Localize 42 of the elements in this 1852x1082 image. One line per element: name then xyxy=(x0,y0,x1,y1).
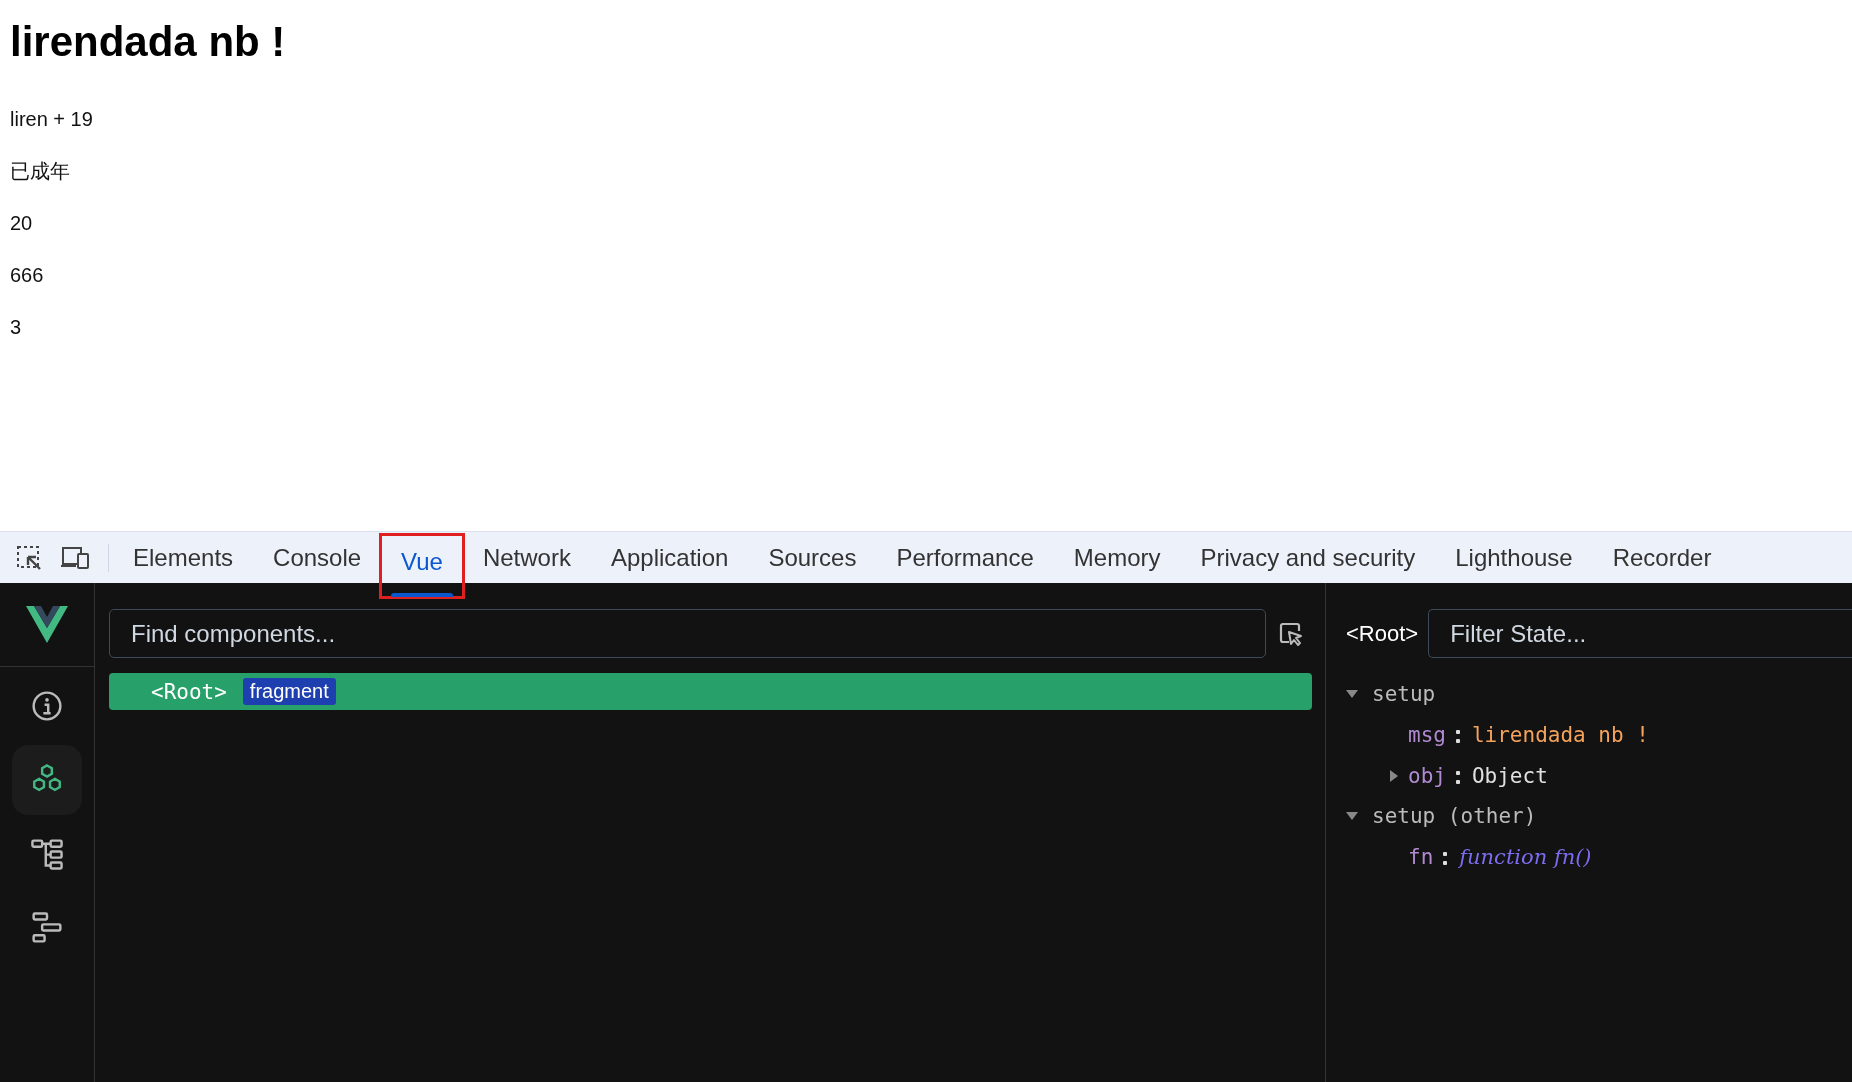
filter-field[interactable]: Filter State... xyxy=(1428,609,1852,658)
expand-triangle-icon[interactable] xyxy=(1388,769,1400,782)
collapse-triangle-icon[interactable] xyxy=(1346,688,1358,700)
devtools-tab[interactable]: Privacy and security xyxy=(1180,532,1436,583)
paragraph: 3 xyxy=(10,316,23,339)
component-row[interactable]: <Root> fragment xyxy=(109,673,1312,710)
nav-button[interactable] xyxy=(12,745,82,815)
component-name: <Root> xyxy=(151,679,227,704)
paragraph: 已成年 xyxy=(10,160,71,183)
devtools-tab[interactable]: Memory xyxy=(1053,532,1181,583)
property-key: msg xyxy=(1408,722,1446,747)
devtools-tab[interactable]: Elements xyxy=(113,532,254,583)
devtools-tab[interactable]: Lighthouse xyxy=(1435,532,1593,583)
devtools-tab[interactable]: Recorder xyxy=(1592,532,1732,583)
devtools-tab[interactable]: Application xyxy=(590,532,749,583)
info-icon xyxy=(30,689,64,723)
devtools-tab[interactable]: Network xyxy=(462,532,591,583)
devtools-tab[interactable]: Performance xyxy=(876,532,1054,583)
section-title[interactable]: setup xyxy=(1372,682,1436,706)
paragraph: 666 xyxy=(10,264,45,287)
property-key: obj xyxy=(1408,763,1446,788)
page-heading: lirendada nb ! xyxy=(10,18,287,66)
paragraph: 20 xyxy=(10,212,34,235)
device-toggle-icon[interactable] xyxy=(60,545,90,570)
devtools-tab[interactable]: Sources xyxy=(748,532,877,583)
component-picker-icon[interactable] xyxy=(1278,620,1304,647)
devtools-tab[interactable]: Console xyxy=(253,532,382,583)
fragment-badge: fragment xyxy=(242,678,336,705)
property-key: fn xyxy=(1408,844,1434,869)
section-title[interactable]: setup (other) xyxy=(1372,804,1537,828)
tree-icon xyxy=(30,837,64,871)
collapse-triangle-icon[interactable] xyxy=(1346,810,1358,822)
property-value: lirendada nb ! xyxy=(1471,722,1649,747)
search-field[interactable]: Find components... xyxy=(109,609,1266,658)
property-value: function fn() xyxy=(1459,844,1592,869)
vue-logo xyxy=(26,606,68,643)
property-value: Object xyxy=(1471,763,1548,788)
devtools-tab[interactable]: Vue xyxy=(381,535,463,597)
paragraph: liren + 19 xyxy=(10,108,94,131)
component-name: <Root> xyxy=(1346,620,1419,647)
timeline-icon xyxy=(30,911,64,945)
element-picker-icon[interactable] xyxy=(16,544,42,571)
